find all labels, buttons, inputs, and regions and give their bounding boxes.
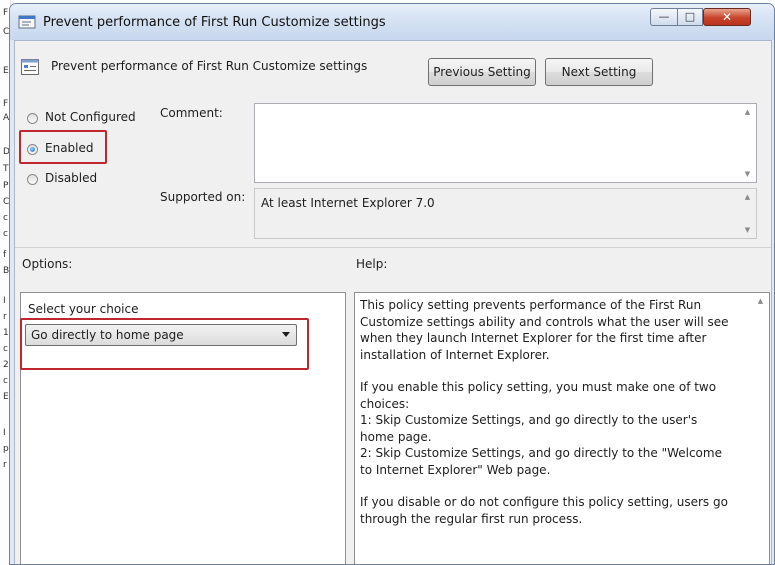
title-bar[interactable]: Prevent performance of First Run Customi… bbox=[10, 4, 774, 40]
help-paragraph: This policy setting prevents performance… bbox=[360, 298, 729, 362]
previous-setting-button[interactable]: Previous Setting bbox=[428, 58, 536, 86]
background-text: p bbox=[3, 444, 9, 454]
select-choice-label: Select your choice bbox=[28, 302, 139, 316]
background-text: 2 bbox=[3, 360, 9, 370]
close-button[interactable]: ✕ bbox=[703, 8, 751, 26]
maximize-button[interactable]: □ bbox=[677, 8, 703, 26]
policy-title: Prevent performance of First Run Customi… bbox=[51, 59, 368, 73]
help-label: Help: bbox=[356, 257, 388, 271]
policy-dialog-window: Prevent performance of First Run Customi… bbox=[9, 3, 775, 565]
radio-label: Not Configured bbox=[45, 110, 136, 124]
background-text: c bbox=[3, 344, 8, 354]
help-paragraph: 2: Skip Customize Settings, and go direc… bbox=[360, 446, 722, 477]
highlight-box-dropdown bbox=[20, 318, 309, 370]
scroll-up-icon[interactable]: ▲ bbox=[752, 297, 769, 305]
background-text: T bbox=[3, 164, 9, 174]
minimize-icon: — bbox=[658, 10, 670, 23]
next-setting-button[interactable]: Next Setting bbox=[545, 58, 653, 86]
minimize-button[interactable]: — bbox=[650, 8, 677, 26]
background-text: c bbox=[3, 213, 8, 223]
divider bbox=[15, 247, 771, 248]
background-text: E bbox=[3, 392, 9, 402]
supported-on-field: At least Internet Explorer 7.0 ▲ ▼ bbox=[254, 188, 757, 239]
comment-label: Comment: bbox=[160, 106, 223, 120]
scroll-up-icon[interactable]: ▲ bbox=[739, 193, 756, 201]
supported-on-label: Supported on: bbox=[160, 190, 246, 204]
background-text: 1 bbox=[3, 328, 9, 338]
policy-setting-icon bbox=[21, 59, 39, 75]
help-paragraph: If you disable or do not configure this … bbox=[360, 495, 728, 526]
background-text: F bbox=[3, 8, 9, 18]
comment-field[interactable]: ▲ ▼ bbox=[254, 103, 757, 183]
background-text: F bbox=[3, 99, 9, 109]
dialog-content: Prevent performance of First Run Customi… bbox=[14, 40, 772, 564]
highlight-box-enabled bbox=[19, 130, 107, 164]
help-paragraph: 1: Skip Customize Settings, and go direc… bbox=[360, 413, 698, 444]
options-label: Options: bbox=[22, 257, 73, 271]
background-text: r bbox=[3, 312, 7, 322]
background-text: I bbox=[3, 296, 6, 306]
radio-button-icon bbox=[27, 113, 38, 124]
help-scrollbar[interactable]: ▲ bbox=[752, 293, 769, 564]
scroll-down-icon[interactable]: ▼ bbox=[739, 170, 756, 178]
scroll-up-icon[interactable]: ▲ bbox=[739, 108, 756, 116]
maximize-icon: □ bbox=[684, 10, 696, 23]
scroll-down-icon[interactable]: ▼ bbox=[739, 226, 756, 234]
background-text: P bbox=[3, 181, 9, 191]
radio-button-icon bbox=[27, 174, 38, 185]
close-icon: ✕ bbox=[721, 10, 733, 24]
supported-scrollbar[interactable]: ▲ ▼ bbox=[739, 189, 756, 238]
help-paragraph: If you enable this policy setting, you m… bbox=[360, 380, 717, 411]
window-title: Prevent performance of First Run Customi… bbox=[43, 15, 386, 30]
background-text: f bbox=[3, 250, 7, 260]
background-text: I bbox=[3, 428, 6, 438]
supported-on-value: At least Internet Explorer 7.0 bbox=[261, 196, 435, 210]
background-text: E bbox=[3, 66, 9, 76]
background-text: c bbox=[3, 229, 8, 239]
help-panel: This policy setting prevents performance… bbox=[354, 292, 770, 564]
background-text: r bbox=[3, 460, 7, 470]
policy-window-icon bbox=[18, 15, 36, 29]
help-text: This policy setting prevents performance… bbox=[360, 297, 734, 543]
background-text: c bbox=[3, 376, 8, 386]
comment-scrollbar[interactable]: ▲ ▼ bbox=[739, 104, 756, 182]
radio-label: Disabled bbox=[45, 171, 98, 185]
